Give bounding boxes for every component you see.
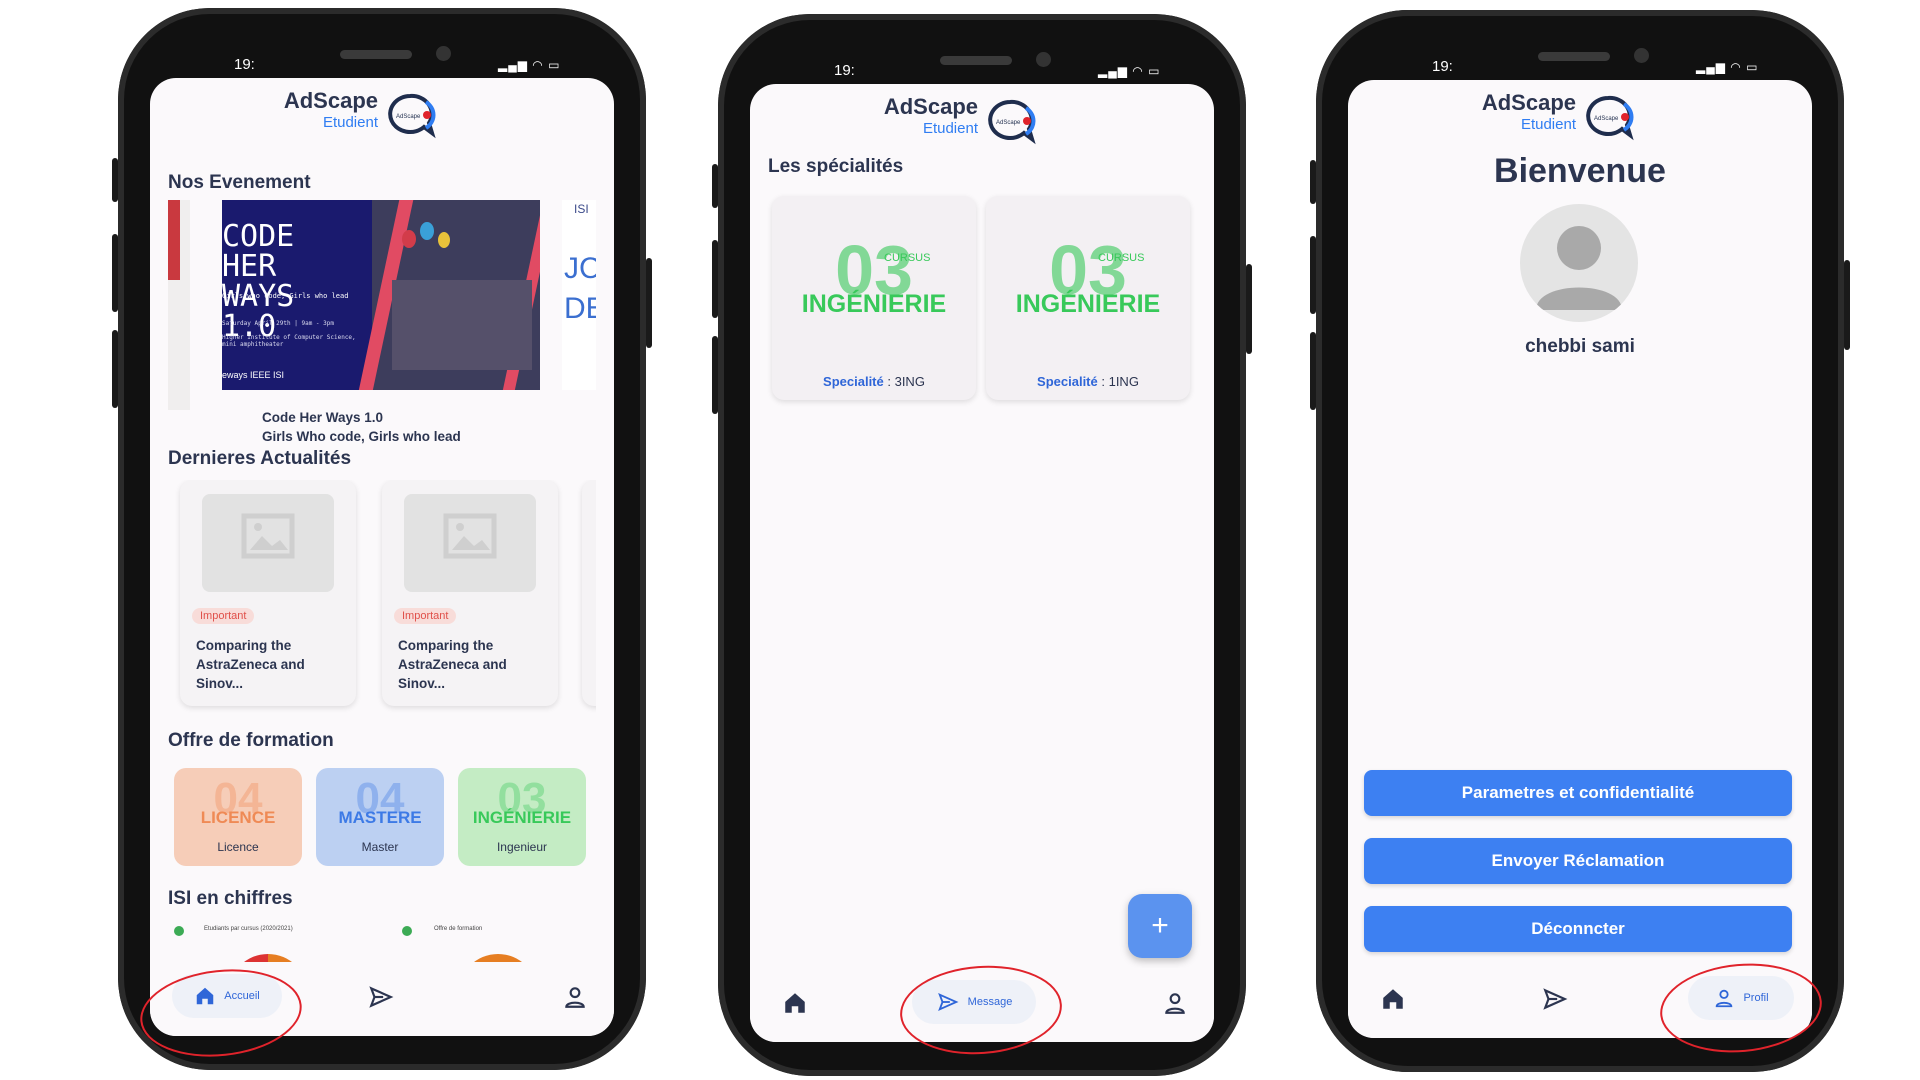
settings-privacy-button[interactable]: Parametres et confidentialité [1364,770,1792,816]
send-complaint-button[interactable]: Envoyer Réclamation [1364,838,1792,884]
news-card[interactable]: Important Comparing the AstraZeneca and … [382,480,558,706]
message-screen: AdScape Etudient AdScape Les spécialités… [750,84,1214,1042]
stats-area: Etudiants par cursus (2020/2021) Offre d… [168,920,596,964]
brand-sub: Etudient [922,120,978,137]
news-text: Comparing the AstraZeneca and Sinov... [196,638,305,691]
specialites-title: Les spécialités [768,156,904,177]
specialites-grid: 03 CURSUS INGÉNIERIE Specialité : 3ING 0… [772,196,1196,406]
welcome-title: Bienvenue [1494,152,1666,190]
send-icon[interactable] [1542,986,1568,1012]
home-screen: AdScape Etudient AdScape Nos Evenement C… [150,78,614,1036]
brand-name: AdScape [1481,90,1576,115]
stat-label: Etudiants par cursus (2020/2021) [204,926,293,932]
home-icon[interactable] [782,990,808,1016]
specialite-card[interactable]: 03 CURSUS INGÉNIERIE Specialité : 3ING [772,196,976,400]
formation-card-ingenieur[interactable]: 03 INGÉNIERIE Ingenieur [458,768,586,866]
plus-icon: + [1151,909,1169,942]
banner-date: Saturday April 29th | 9am - 3pm [222,320,334,327]
pie-icon [402,926,412,936]
news-tag: Important [394,608,457,624]
status-icons: ▂▄▆ ◠ ▭ [1696,60,1759,74]
status-time: 19: [234,56,255,73]
user-name: chebbi sami [1525,336,1635,357]
send-icon[interactable] [368,984,394,1010]
phone-profile: 19: ▂▄▆ ◠ ▭ AdScape Etudient AdScape Bie… [1310,10,1850,1072]
app-header: AdScape Etudient AdScape [150,84,614,144]
events-title: Nos Evenement [168,172,311,193]
news-tag: Important [192,608,255,624]
logout-button[interactable]: Déconncter [1364,906,1792,952]
user-icon[interactable] [1162,990,1188,1016]
formation-card-licence[interactable]: 04 LICENCE Licence [174,768,302,866]
add-fab-button[interactable]: + [1128,894,1192,958]
events-carousel[interactable]: CODE HER WAYS 1.0 Girls who code, Girls … [168,200,596,410]
svg-text:AdScape: AdScape [396,114,421,120]
news-title: Dernieres Actualités [168,448,352,469]
image-placeholder-icon [404,494,536,592]
adscape-logo-icon: AdScape [988,99,1036,145]
news-card[interactable]: Important Comparing the AstraZeneca and … [180,480,356,706]
avatar-person-icon [1536,226,1622,310]
brand-name: AdScape [283,88,378,113]
banner-sponsors: eways IEEE ISI [222,370,285,380]
image-placeholder-icon [202,494,334,592]
status-icons: ▂▄▆ ◠ ▭ [1098,64,1161,78]
brand-sub: Etudient [1520,116,1576,133]
brand-sub: Etudient [322,114,378,131]
pie-icon [174,926,184,936]
profile-screen: AdScape Etudient AdScape Bienvenue chebb… [1348,80,1812,1038]
svg-text:AdScape: AdScape [996,120,1021,126]
news-text: Comparing the AstraZeneca and Sinov... [398,638,507,691]
banner-subtitle: Girls who code, Girls who lead [222,292,349,300]
formation-title: Offre de formation [168,730,334,751]
event-banner[interactable]: CODE HER WAYS 1.0 Girls who code, Girls … [222,200,540,390]
phone-home: 19: ▂▄▆ ◠ ▭ AdScape Etudient AdScape Nos… [112,8,652,1070]
next-event-card[interactable]: ISI JC DE [562,200,596,390]
status-icons: ▂▄▆ ◠ ▭ [498,58,561,72]
user-icon[interactable] [562,984,588,1010]
formation-card-master[interactable]: 04 MASTERE Master [316,768,444,866]
brand-name: AdScape [883,94,978,119]
status-time: 19: [834,62,855,79]
home-icon[interactable] [1380,986,1406,1012]
app-header: AdScape Etudient AdScape [1348,86,1812,146]
phone-message: 19: ▂▄▆ ◠ ▭ AdScape Etudient AdScape Les… [712,14,1252,1076]
formation-list: 04 LICENCE Licence 04 MASTERE Master 03 … [174,768,594,872]
news-card-partial[interactable] [582,480,596,706]
avatar [1520,204,1638,322]
adscape-logo-icon: AdScape [388,93,436,139]
banner-place: Higher Institute of Computer Science, mi… [222,334,356,348]
stats-title: ISI en chiffres [168,888,293,909]
stat-label: Offre de formation [434,926,483,932]
specialite-card[interactable]: 03 CURSUS INGÉNIERIE Specialité : 1ING [986,196,1190,400]
news-carousel[interactable]: Important Comparing the AstraZeneca and … [168,480,596,716]
status-time: 19: [1432,58,1453,75]
app-header: AdScape Etudient AdScape [750,90,1214,150]
svg-text:AdScape: AdScape [1594,116,1619,122]
adscape-logo-icon: AdScape [1586,95,1634,141]
event-caption: Code Her Ways 1.0 Girls Who code, Girls … [262,410,461,444]
